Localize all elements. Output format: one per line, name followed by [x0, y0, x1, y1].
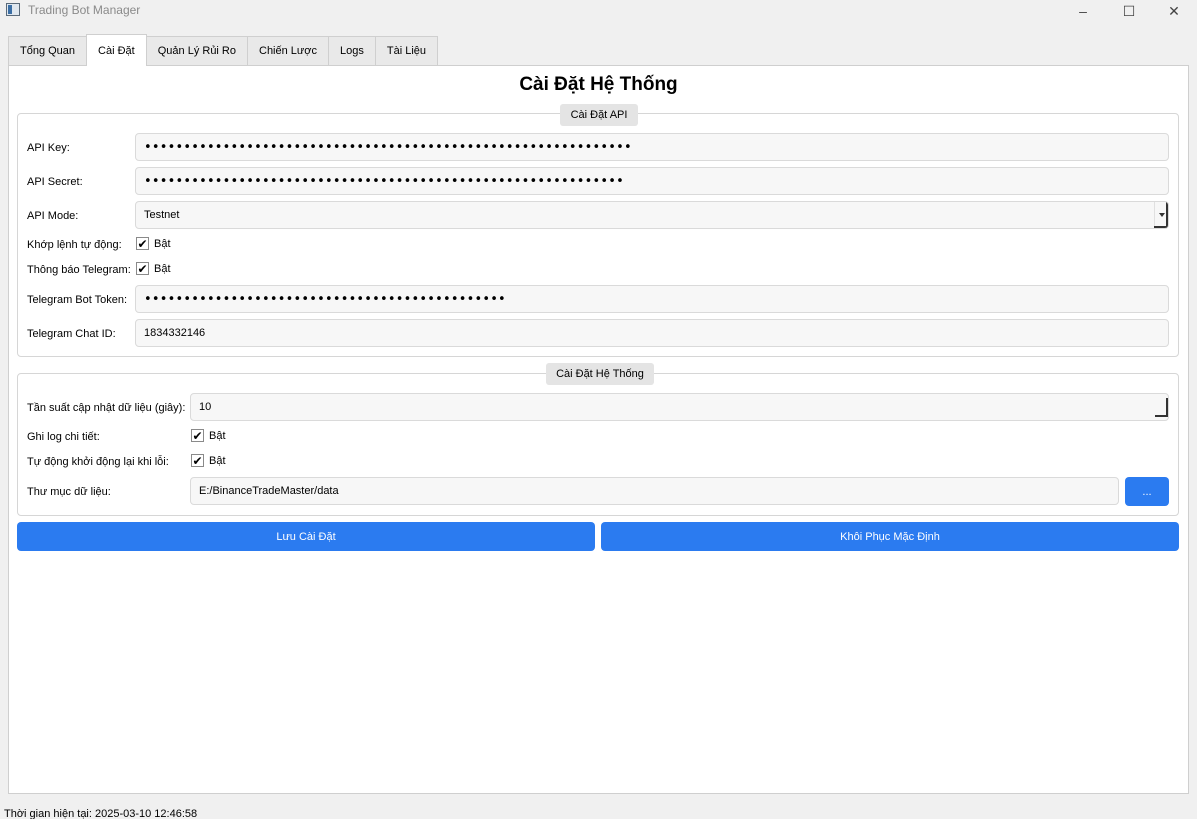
bot-token-label: Telegram Bot Token:: [27, 294, 128, 306]
telegram-notify-checkbox[interactable]: ✔ Bật: [136, 262, 171, 275]
tab-docs[interactable]: Tài Liệu: [374, 36, 438, 65]
chat-id-label: Telegram Chat ID:: [27, 328, 116, 340]
auto-match-checkbox[interactable]: ✔ Bật: [136, 237, 171, 250]
page-title: Cài Đặt Hệ Thống: [519, 74, 678, 95]
api-key-input[interactable]: ••••••••••••••••••••••••••••••••••••••••…: [135, 133, 1169, 161]
update-frequency-value: 10: [199, 401, 212, 413]
window-title: Trading Bot Manager: [28, 3, 141, 17]
close-icon: ✕: [1168, 2, 1180, 19]
update-frequency-spinbox[interactable]: 10: [190, 393, 1169, 421]
verbose-log-option-label: Bật: [209, 429, 226, 442]
tab-strategy[interactable]: Chiến Lược: [247, 36, 329, 65]
api-mode-value: Testnet: [144, 209, 180, 221]
minimize-button[interactable]: –: [1060, 0, 1106, 22]
data-directory-input[interactable]: E:/BinanceTradeMaster/data: [190, 477, 1119, 505]
api-mode-label: API Mode:: [27, 210, 79, 222]
app-icon: [6, 3, 20, 16]
auto-restart-label: Tự động khởi động lại khi lỗi:: [27, 456, 169, 468]
auto-match-label: Khớp lệnh tự động:: [27, 239, 122, 251]
tab-settings[interactable]: Cài Đặt: [86, 34, 147, 66]
bot-token-input[interactable]: ••••••••••••••••••••••••••••••••••••••••…: [135, 285, 1169, 313]
auto-restart-checkbox[interactable]: ✔ Bật: [191, 454, 226, 467]
api-settings-group-title: Cài Đặt API: [560, 104, 638, 126]
restore-defaults-button[interactable]: Khôi Phục Mặc Định: [601, 522, 1179, 551]
checkmark-icon[interactable]: ✔: [136, 237, 149, 250]
system-settings-group-title: Cài Đặt Hệ Thống: [546, 363, 654, 385]
api-secret-input[interactable]: ••••••••••••••••••••••••••••••••••••••••…: [135, 167, 1169, 195]
close-button[interactable]: ✕: [1151, 0, 1197, 22]
combo-edge-bottom: [1154, 226, 1168, 228]
title-bar: Trading Bot Manager – ☐ ✕: [0, 0, 1197, 24]
minimize-icon: –: [1079, 3, 1087, 19]
checkmark-icon[interactable]: ✔: [136, 262, 149, 275]
combo-edge: [1166, 202, 1168, 228]
browse-button[interactable]: ...: [1125, 477, 1169, 506]
checkmark-icon[interactable]: ✔: [191, 429, 204, 442]
api-secret-label: API Secret:: [27, 176, 83, 188]
spin-edge-bottom: [1155, 415, 1168, 417]
maximize-icon: ☐: [1122, 2, 1136, 19]
api-key-label: API Key:: [27, 142, 70, 154]
tab-risk-management[interactable]: Quản Lý Rủi Ro: [145, 36, 248, 65]
api-mode-select[interactable]: Testnet: [135, 201, 1169, 229]
verbose-log-checkbox[interactable]: ✔ Bật: [191, 429, 226, 442]
tab-logs[interactable]: Logs: [328, 36, 376, 65]
tab-bar: Tổng Quan Cài Đặt Quản Lý Rủi Ro Chiến L…: [8, 34, 438, 66]
auto-restart-option-label: Bật: [209, 454, 226, 467]
verbose-log-label: Ghi log chi tiết:: [27, 431, 100, 443]
maximize-button[interactable]: ☐: [1106, 0, 1152, 22]
telegram-notify-option-label: Bật: [154, 262, 171, 275]
update-frequency-label: Tần suất cập nhật dữ liệu (giây):: [27, 402, 186, 414]
save-settings-button[interactable]: Lưu Cài Đặt: [17, 522, 595, 551]
chat-id-input[interactable]: 1834332146: [135, 319, 1169, 347]
telegram-notify-label: Thông báo Telegram:: [27, 264, 131, 276]
auto-match-option-label: Bật: [154, 237, 171, 250]
status-time: Thời gian hiện tại: 2025-03-10 12:46:58: [4, 808, 198, 819]
checkmark-icon[interactable]: ✔: [191, 454, 204, 467]
data-directory-label: Thư mục dữ liệu:: [27, 486, 111, 498]
tab-overview[interactable]: Tổng Quan: [8, 36, 88, 65]
